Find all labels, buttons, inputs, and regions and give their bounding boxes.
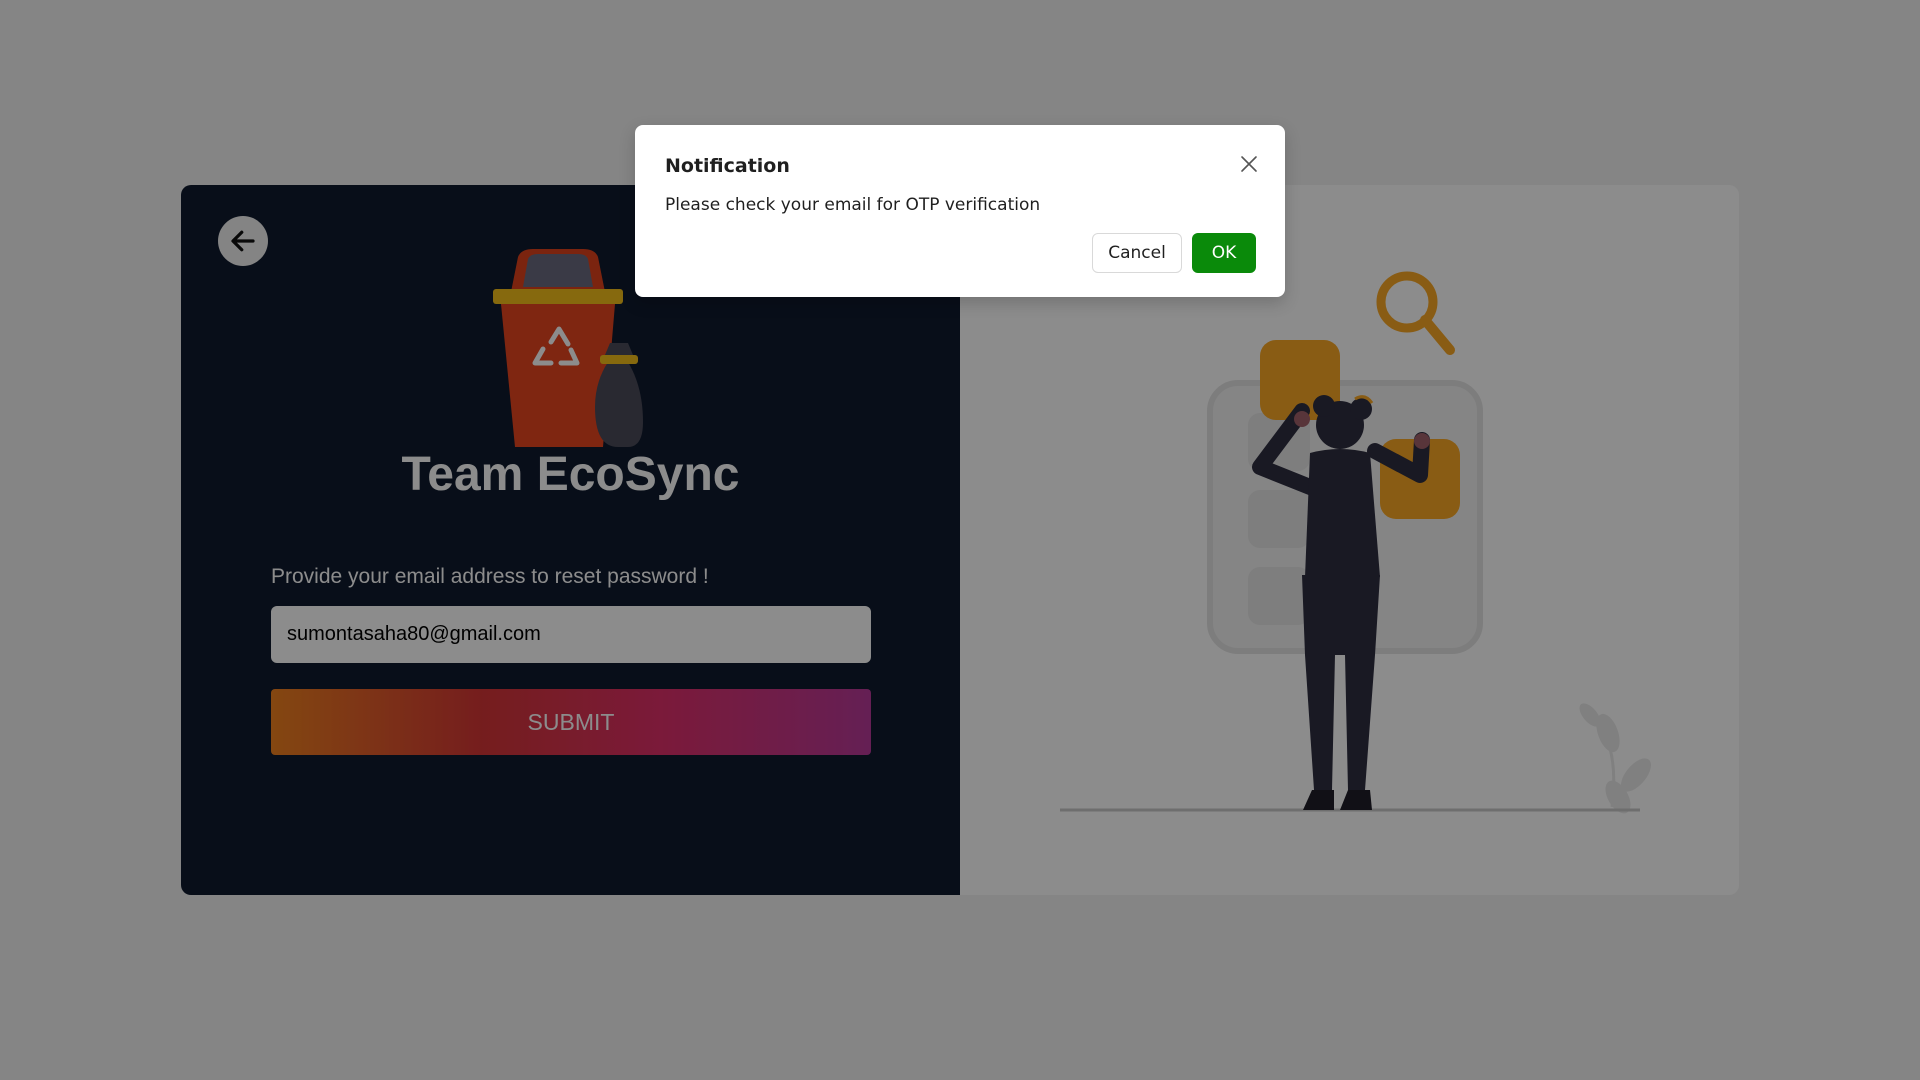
cancel-button[interactable]: Cancel — [1092, 233, 1182, 273]
ok-button[interactable]: OK — [1192, 233, 1256, 273]
modal-title: Notification — [665, 155, 790, 177]
modal-message: Please check your email for OTP verifica… — [665, 195, 1041, 215]
close-icon — [1241, 156, 1257, 172]
notification-modal: Notification Please check your email for… — [635, 125, 1285, 297]
modal-close-button[interactable] — [1234, 149, 1264, 179]
